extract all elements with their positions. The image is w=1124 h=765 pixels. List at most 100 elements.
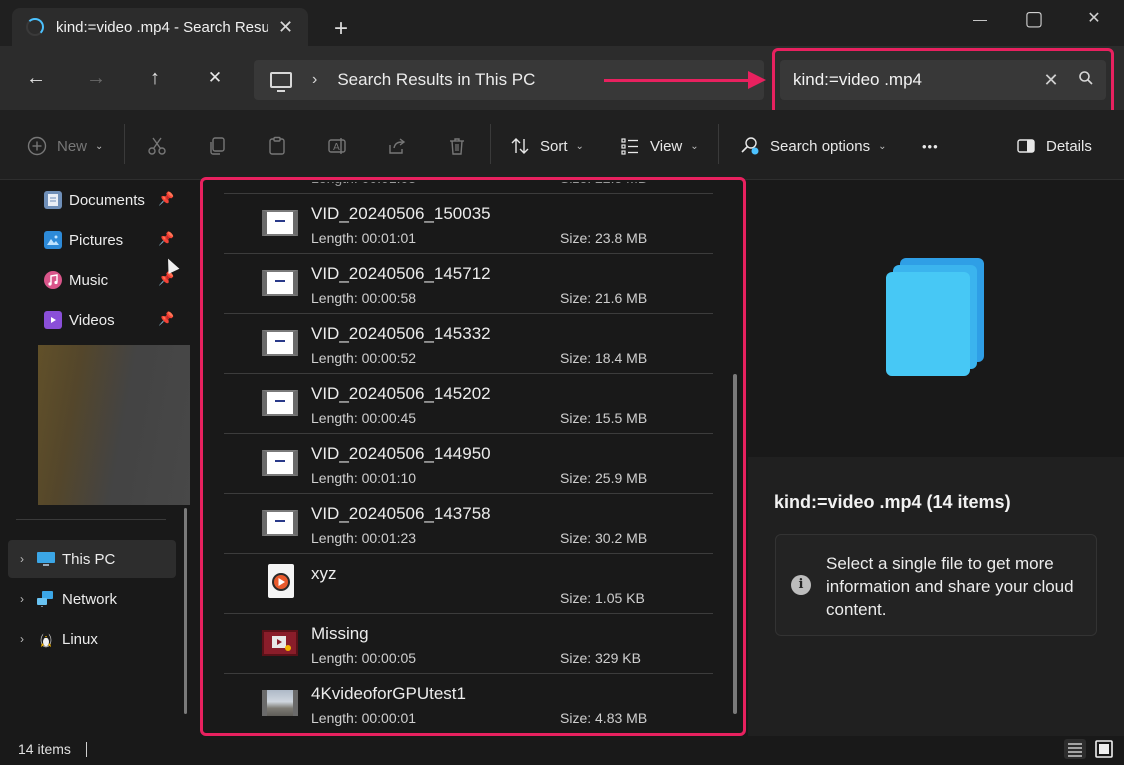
clipboard-icon bbox=[266, 135, 288, 157]
new-button[interactable]: New ⌄ bbox=[26, 132, 103, 160]
details-button[interactable]: Details bbox=[1015, 132, 1092, 160]
details-view-button[interactable] bbox=[1064, 739, 1086, 759]
toolbar-divider bbox=[718, 124, 719, 164]
tab-title: kind:=video .mp4 - Search Results in Thi… bbox=[56, 18, 268, 36]
command-bar: New ⌄ A Sort ⌄ View ⌄ Search options ⌄ •… bbox=[0, 110, 1124, 180]
status-bar: 14 items bbox=[0, 736, 1124, 765]
copy-icon bbox=[206, 135, 228, 157]
pin-icon[interactable]: 📌 bbox=[158, 191, 174, 207]
loading-spinner-icon bbox=[26, 18, 44, 36]
pin-icon[interactable]: 📌 bbox=[158, 231, 174, 247]
up-button[interactable]: ↑ bbox=[137, 60, 173, 96]
delete-button[interactable] bbox=[446, 132, 468, 160]
rename-button[interactable]: A bbox=[326, 132, 348, 160]
trash-icon bbox=[446, 135, 468, 157]
network-icon bbox=[36, 590, 56, 608]
sort-button[interactable]: Sort ⌄ bbox=[509, 132, 584, 160]
sidebar-item-network[interactable]: › Network bbox=[8, 580, 176, 618]
pin-icon[interactable]: 📌 bbox=[158, 311, 174, 327]
more-options-button[interactable]: ••• bbox=[922, 132, 939, 160]
scissors-icon bbox=[146, 135, 168, 157]
file-list-highlight-box bbox=[200, 177, 746, 736]
details-pane-icon bbox=[1015, 135, 1037, 157]
new-label: New bbox=[57, 137, 88, 155]
details-title: kind:=video .mp4 (14 items) bbox=[774, 492, 1011, 512]
toolbar-divider bbox=[490, 124, 491, 164]
view-button[interactable]: View ⌄ bbox=[619, 132, 699, 160]
details-preview-area bbox=[748, 180, 1124, 457]
chevron-right-icon[interactable]: › bbox=[8, 592, 36, 606]
toolbar-divider bbox=[124, 124, 125, 164]
sidebar-item-linux[interactable]: › Linux bbox=[8, 620, 176, 658]
sidebar-item-videos[interactable]: Videos bbox=[44, 307, 115, 333]
info-icon: i bbox=[791, 575, 811, 595]
linux-penguin-icon bbox=[36, 630, 56, 648]
tiles-view-icon bbox=[1095, 740, 1113, 758]
search-options-icon bbox=[739, 135, 761, 157]
cut-button[interactable] bbox=[146, 132, 168, 160]
computer-icon bbox=[270, 72, 292, 92]
share-button[interactable] bbox=[386, 132, 408, 160]
annotation-arrow-head bbox=[748, 71, 766, 89]
search-options-button[interactable]: Search options ⌄ bbox=[739, 132, 886, 160]
music-icon bbox=[44, 271, 62, 289]
blurred-preview-image bbox=[38, 345, 190, 505]
videos-icon bbox=[44, 311, 62, 329]
info-message: Select a single file to get more informa… bbox=[826, 554, 1074, 619]
pictures-icon bbox=[44, 231, 62, 249]
back-button[interactable]: ← bbox=[18, 60, 54, 96]
sidebar-item-documents[interactable]: Documents bbox=[44, 187, 145, 213]
info-card: i Select a single file to get more infor… bbox=[775, 534, 1097, 636]
plus-circle-icon bbox=[26, 135, 48, 157]
sort-arrows-icon bbox=[509, 135, 531, 157]
sidebar-item-label: This PC bbox=[62, 550, 116, 568]
sidebar-item-label: Documents bbox=[69, 191, 145, 209]
sidebar-item-label: Network bbox=[62, 590, 118, 608]
sidebar-item-pictures[interactable]: Pictures bbox=[44, 227, 123, 253]
copy-button[interactable] bbox=[206, 132, 228, 160]
sort-label: Sort bbox=[540, 137, 568, 155]
documents-icon bbox=[44, 191, 62, 209]
share-icon bbox=[386, 135, 408, 157]
sidebar-item-music[interactable]: Music bbox=[44, 267, 108, 293]
stop-button[interactable]: ✕ bbox=[197, 60, 233, 96]
sidebar-item-label: Pictures bbox=[69, 231, 124, 249]
title-bar: kind:=video .mp4 - Search Results in Thi… bbox=[0, 0, 1124, 46]
minimize-button[interactable]: — bbox=[960, 4, 1000, 34]
chevron-down-icon: ⌄ bbox=[690, 140, 699, 152]
chevron-down-icon: ⌄ bbox=[95, 140, 104, 152]
breadcrumb-location[interactable]: Search Results in This PC bbox=[337, 70, 535, 90]
view-label: View bbox=[650, 137, 683, 155]
details-label: Details bbox=[1046, 137, 1092, 155]
tab-search-results[interactable]: kind:=video .mp4 - Search Results in Thi… bbox=[12, 8, 308, 46]
sidebar-item-label: Linux bbox=[62, 630, 98, 648]
tab-close-icon[interactable]: ✕ bbox=[278, 17, 293, 38]
item-count: 14 items bbox=[18, 741, 71, 757]
sidebar-item-this-pc[interactable]: › This PC bbox=[8, 540, 176, 578]
chevron-right-icon[interactable]: › bbox=[8, 632, 36, 646]
sidebar-divider bbox=[16, 519, 166, 520]
svg-text:A: A bbox=[333, 142, 340, 153]
multiple-files-icon bbox=[886, 258, 984, 376]
new-tab-button[interactable]: + bbox=[326, 14, 356, 44]
chevron-right-icon[interactable]: › bbox=[312, 71, 317, 89]
this-pc-icon bbox=[36, 550, 56, 568]
maximize-button[interactable]: ▢ bbox=[1014, 4, 1054, 34]
search-highlight-box bbox=[772, 48, 1114, 116]
search-options-label: Search options bbox=[770, 137, 871, 155]
tiles-view-button[interactable] bbox=[1093, 739, 1115, 759]
forward-button[interactable]: → bbox=[78, 60, 114, 96]
chevron-down-icon: ⌄ bbox=[575, 140, 584, 152]
pin-icon[interactable]: 📌 bbox=[158, 271, 174, 287]
rename-icon: A bbox=[326, 135, 348, 157]
chevron-right-icon[interactable]: › bbox=[8, 552, 36, 566]
details-view-icon bbox=[1068, 743, 1082, 757]
paste-button[interactable] bbox=[266, 132, 288, 160]
close-window-button[interactable]: ✕ bbox=[1074, 4, 1114, 34]
sidebar-item-label: Music bbox=[69, 271, 109, 289]
view-list-icon bbox=[619, 135, 641, 157]
sidebar-scrollbar[interactable] bbox=[184, 508, 187, 714]
annotation-arrow-line bbox=[604, 79, 754, 82]
status-divider bbox=[86, 742, 87, 757]
details-pane: kind:=video .mp4 (14 items) i Select a s… bbox=[748, 180, 1124, 736]
